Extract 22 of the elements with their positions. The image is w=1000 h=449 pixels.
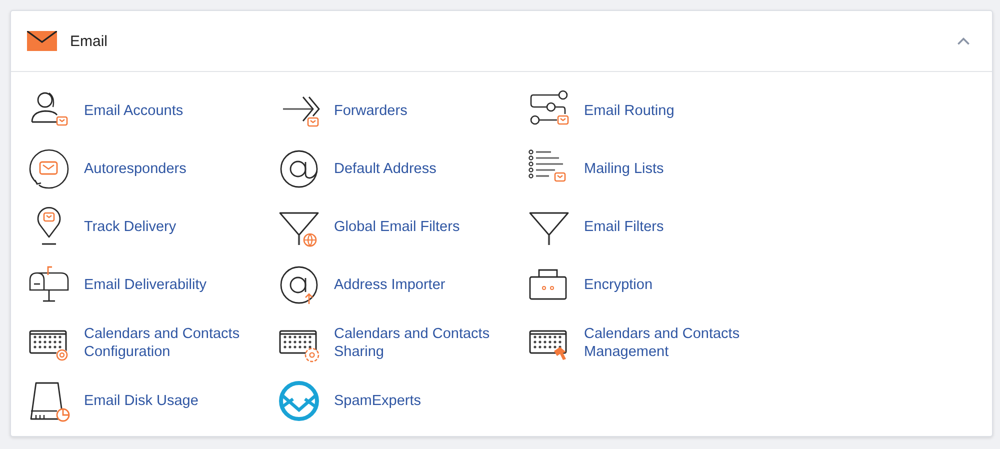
- feature-link[interactable]: Autoresponders: [84, 160, 186, 178]
- feature-link[interactable]: Default Address: [334, 160, 436, 178]
- feature-link[interactable]: Email Accounts: [84, 102, 184, 120]
- feature-link[interactable]: Address Importer: [334, 276, 446, 294]
- feature-link[interactable]: Email Filters: [584, 218, 664, 236]
- section-title: Email: [70, 32, 109, 50]
- feature-link[interactable]: Calendars and Contacts Sharing: [334, 325, 509, 361]
- circular-arrow-mail-icon[interactable]: [27, 147, 71, 191]
- envelope-circle-icon[interactable]: [277, 379, 321, 423]
- feature-link[interactable]: Email Deliverability: [84, 276, 206, 294]
- feature-link[interactable]: SpamExperts: [334, 392, 422, 410]
- envelope-icon: [27, 31, 57, 51]
- feature-link[interactable]: Email Routing: [584, 102, 674, 120]
- feature-link[interactable]: Calendars and Contacts Configuration: [84, 325, 259, 361]
- feature-link[interactable]: Forwarders: [334, 102, 408, 120]
- feature-link[interactable]: Global Email Filters: [334, 218, 460, 236]
- feature-link[interactable]: Email Disk Usage: [84, 392, 198, 410]
- chevron-icon: [957, 37, 970, 45]
- feature-link[interactable]: Encryption: [584, 276, 653, 294]
- feature-link[interactable]: Track Delivery: [84, 218, 176, 236]
- feature-link[interactable]: Calendars and Contacts Management: [584, 325, 759, 361]
- feature-link[interactable]: Mailing Lists: [584, 160, 664, 178]
